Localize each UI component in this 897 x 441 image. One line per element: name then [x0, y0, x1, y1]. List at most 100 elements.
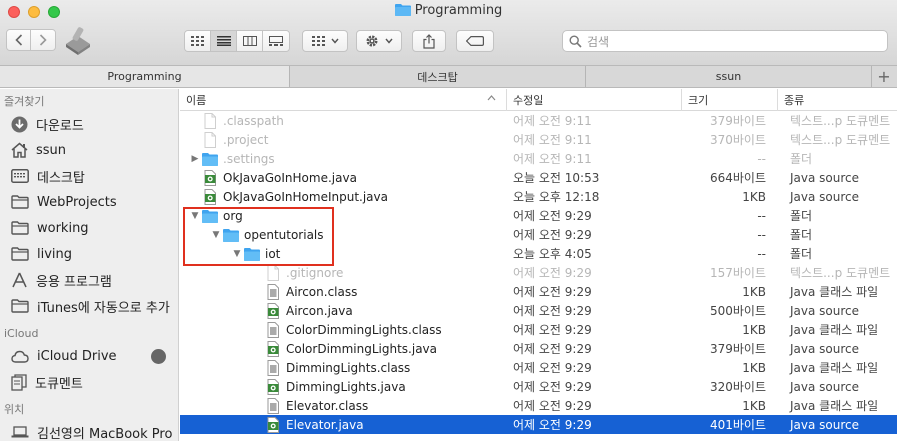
file-row[interactable]: Elevator.java 어제 오전 9:29 401바이트 Java source: [180, 415, 897, 434]
tab-ssun[interactable]: ssun: [586, 66, 872, 87]
folder-icon: [202, 152, 218, 166]
list-view-button[interactable]: [211, 31, 237, 51]
search-field[interactable]: 검색: [562, 30, 888, 52]
sidebar-heading-favorites: 즐겨찾기: [4, 95, 45, 108]
file-row[interactable]: .gitignore 어제 오전 9:29 157바이트 텍스트...p 도큐멘트: [180, 263, 897, 282]
sidebar-item-home[interactable]: ssun: [0, 137, 178, 163]
sidebar-item-label: WebProjects: [37, 194, 117, 210]
sidebar-item-applications[interactable]: 응용 프로그램: [0, 267, 178, 293]
sidebar-item-documents[interactable]: 도큐멘트: [0, 369, 178, 395]
file-date: 어제 오전 9:11: [513, 114, 592, 128]
sidebar-item-downloads[interactable]: 다운로드: [0, 111, 178, 137]
file-row[interactable]: OkJavaGoInHome.java 오늘 오전 10:53 664바이트 Java…: [180, 168, 897, 187]
document-icon: [267, 264, 279, 281]
edit-tags-button[interactable]: [456, 30, 494, 52]
file-size: 370바이트: [709, 133, 766, 147]
file-row[interactable]: DimmingLights.java 어제 오전 9:29 320바이트 Java s…: [180, 377, 897, 396]
class-file-icon: [267, 321, 279, 338]
file-name-cell: ▼ iot: [180, 244, 507, 263]
java-file-icon: [204, 169, 216, 186]
file-kind: Java source: [790, 379, 860, 394]
sidebar-item-desktop[interactable]: 데스크탑: [0, 163, 178, 189]
sidebar-item-label: iCloud Drive: [37, 348, 117, 364]
tab-programming[interactable]: Programming: [0, 66, 290, 87]
file-size: 1KB: [742, 284, 766, 299]
disclosure-triangle-closed-icon[interactable]: ▶: [188, 154, 202, 164]
disclosure-triangle-open-icon[interactable]: ▼: [188, 211, 202, 221]
sidebar: 즐겨찾기 다운로드 ssun 데스크탑 WebProjects working …: [0, 89, 179, 441]
tab-desktop[interactable]: 데스크탑: [290, 66, 586, 87]
file-list: 이름 수정일 크기 종류 .classpath 어제 오전 9:11 379바이트 텍…: [180, 89, 897, 441]
file-date: 어제 오전 9:29: [513, 342, 592, 356]
disclosure-triangle-open-icon[interactable]: ▼: [209, 230, 223, 240]
back-button[interactable]: [7, 30, 31, 50]
file-name: Elevator.java: [286, 417, 364, 432]
folder-icon: [11, 195, 29, 209]
column-header-label: 이름: [186, 94, 207, 107]
sidebar-heading-icloud: iCloud: [4, 327, 39, 340]
file-row[interactable]: ▶ .settings 어제 오전 9:11 -- 폴더: [180, 149, 897, 168]
macintosh-hd-icon[interactable]: [62, 24, 94, 59]
file-size: --: [757, 246, 766, 261]
column-header-size[interactable]: 크기: [682, 89, 778, 111]
disclosure-triangle-open-icon[interactable]: ▼: [230, 249, 244, 259]
file-name: Aircon.class: [286, 284, 358, 299]
file-date: 어제 오전 9:29: [513, 304, 592, 318]
column-header-date[interactable]: 수정일: [507, 89, 682, 111]
group-by-button[interactable]: [302, 30, 348, 52]
file-row[interactable]: ColorDimmingLights.java 어제 오전 9:29 379바이트 J…: [180, 339, 897, 358]
file-kind: Java source: [790, 189, 860, 204]
file-size: 1KB: [742, 322, 766, 337]
sidebar-item-itunes-auto-add[interactable]: iTunes에 자동으로 추가: [0, 293, 178, 319]
gallery-icon: [269, 36, 283, 46]
window-title: Programming: [414, 3, 503, 18]
file-row[interactable]: ColorDimmingLights.class 어제 오전 9:29 1KB Jav…: [180, 320, 897, 339]
gallery-view-button[interactable]: [263, 31, 289, 51]
class-file-icon: [267, 359, 279, 376]
icon-view-button[interactable]: [185, 31, 211, 51]
file-name-cell: ▶ .settings: [180, 149, 507, 168]
file-size: 157바이트: [709, 266, 766, 280]
action-menu-button[interactable]: [356, 30, 402, 52]
file-row[interactable]: .classpath 어제 오전 9:11 379바이트 텍스트...p 도큐멘트: [180, 111, 897, 130]
file-date: 오늘 오후 12:18: [513, 190, 600, 204]
file-row[interactable]: Aircon.class 어제 오전 9:29 1KB Java 클래스 파일: [180, 282, 897, 301]
laptop-icon: [11, 426, 29, 438]
forward-button[interactable]: [31, 30, 55, 50]
file-row[interactable]: ▼ org 어제 오전 9:29 -- 폴더: [180, 206, 897, 225]
sidebar-item-webprojects[interactable]: WebProjects: [0, 189, 178, 215]
grid-icon: [191, 36, 204, 46]
file-date: 어제 오전 9:29: [513, 380, 592, 394]
sidebar-item-living[interactable]: living: [0, 241, 178, 267]
share-icon: [423, 33, 435, 49]
new-tab-button[interactable]: +: [872, 66, 896, 87]
file-size: 320바이트: [709, 380, 766, 394]
sidebar-item-macbook[interactable]: 김선영의 MacBook Pro: [0, 419, 178, 441]
view-mode-control: [184, 30, 290, 52]
column-header-kind[interactable]: 종류: [778, 89, 890, 111]
icloud-progress-icon: [151, 349, 166, 364]
column-view-button[interactable]: [237, 31, 263, 51]
sidebar-heading-locations: 위치: [4, 403, 25, 416]
folder-icon: [244, 247, 260, 261]
file-row[interactable]: OkJavaGoInHomeInput.java 오늘 오후 12:18 1KB Ja…: [180, 187, 897, 206]
file-row[interactable]: ▼ iot 오늘 오후 4:05 -- 폴더: [180, 244, 897, 263]
file-name-cell: DimmingLights.class: [180, 358, 507, 377]
file-row[interactable]: Aircon.java 어제 오전 9:29 500바이트 Java source: [180, 301, 897, 320]
file-row[interactable]: Elevator.class 어제 오전 9:29 1KB Java 클래스 파일: [180, 396, 897, 415]
file-date: 오늘 오후 4:05: [513, 247, 592, 261]
sidebar-item-working[interactable]: working: [0, 215, 178, 241]
file-size: 379바이트: [709, 342, 766, 356]
share-button[interactable]: [412, 30, 446, 52]
file-name: DimmingLights.java: [286, 379, 406, 394]
file-name: Elevator.class: [286, 398, 369, 413]
file-row[interactable]: ▼ opentutorials 어제 오전 9:29 -- 폴더: [180, 225, 897, 244]
file-size: 500바이트: [709, 304, 766, 318]
file-row[interactable]: DimmingLights.class 어제 오전 9:29 1KB Java 클래스…: [180, 358, 897, 377]
file-name-cell: Elevator.class: [180, 396, 507, 415]
column-header-name[interactable]: 이름: [180, 89, 507, 111]
file-size: 1KB: [742, 398, 766, 413]
file-date: 어제 오전 9:29: [513, 399, 592, 413]
sidebar-item-icloud-drive[interactable]: iCloud Drive: [0, 343, 178, 369]
file-row[interactable]: .project 어제 오전 9:11 370바이트 텍스트...p 도큐멘트: [180, 130, 897, 149]
